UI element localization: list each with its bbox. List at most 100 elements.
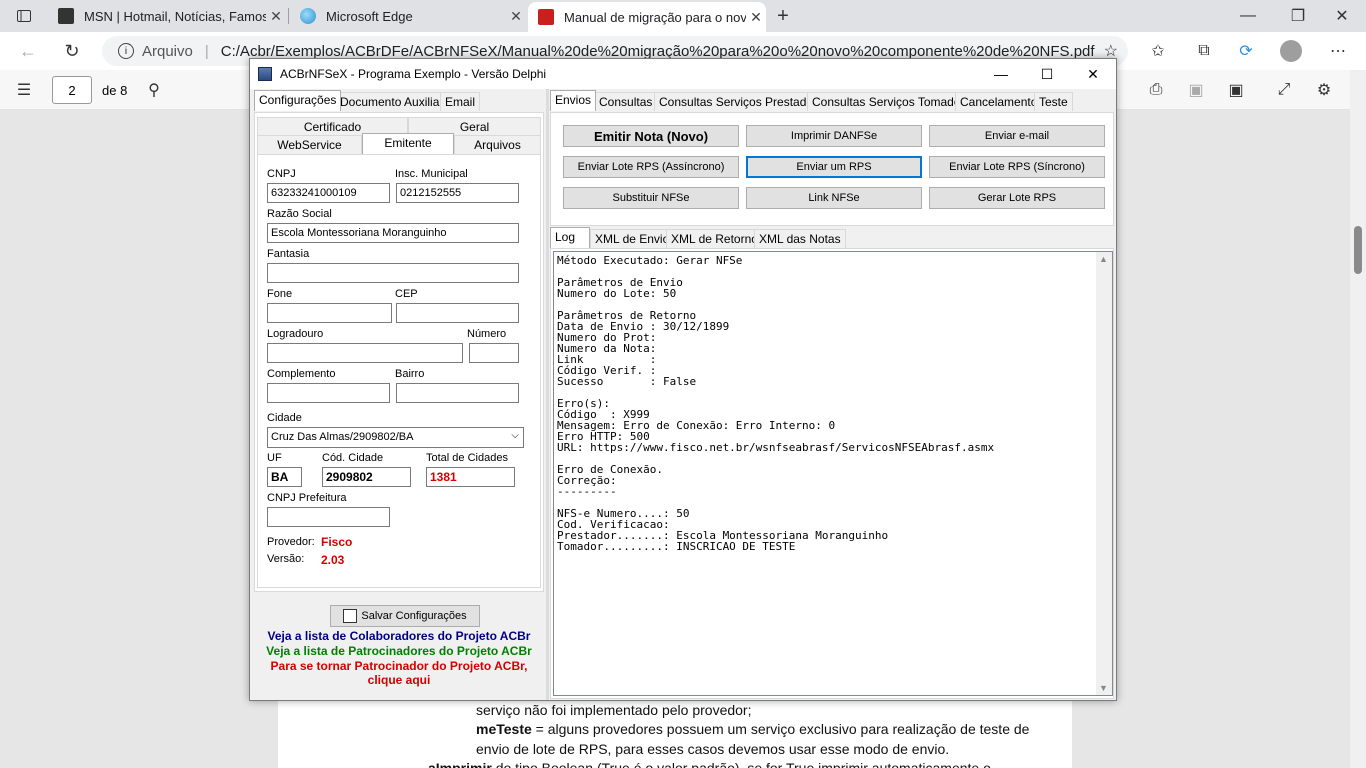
save-icon[interactable]: ▣ <box>1184 78 1208 102</box>
new-tab-icon[interactable]: + <box>770 4 796 28</box>
tab-consultas-tomados[interactable]: Consultas Serviços Tomados <box>807 92 972 111</box>
close-icon[interactable]: ✕ <box>746 9 766 26</box>
tab-cancelamento[interactable]: Cancelamento <box>955 92 1043 111</box>
tab-msn[interactable]: MSN | Hotmail, Notícias, Famosos, Esport… <box>48 0 286 32</box>
favorites-icon[interactable]: ✩ <box>1144 36 1172 66</box>
enviar-rps-button[interactable]: Enviar um RPS <box>746 156 922 178</box>
imprimir-danfse-button[interactable]: Imprimir DANFSe <box>746 125 922 147</box>
close-icon[interactable]: ✕ <box>1322 4 1362 28</box>
tab-actions-icon[interactable] <box>8 6 40 26</box>
restore-icon[interactable]: ❐ <box>1278 4 1318 28</box>
gerar-lote-button[interactable]: Gerar Lote RPS <box>929 187 1105 209</box>
enviar-email-button[interactable]: Enviar e-mail <box>929 125 1105 147</box>
tab-title: MSN | Hotmail, Notícias, Famosos, Esport… <box>84 8 266 24</box>
tab-title: Microsoft Edge <box>326 8 413 24</box>
provedor-value: Fisco <box>321 535 353 549</box>
subtab-emitente[interactable]: Emitente <box>362 133 454 154</box>
close-icon[interactable]: ✕ <box>1070 59 1116 89</box>
settings-gear-icon[interactable]: ⚙ <box>1312 78 1336 102</box>
tab-log[interactable]: Log <box>550 227 590 248</box>
fullscreen-icon[interactable]: ⤢ <box>1272 78 1296 102</box>
refresh-icon[interactable]: ↻ <box>56 36 88 66</box>
collections-icon[interactable]: ⧉ <box>1190 36 1218 66</box>
cidade-select[interactable]: Cruz Das Almas/2909802/BA ⌵ <box>267 427 524 448</box>
scroll-down-icon[interactable]: ▼ <box>1099 683 1108 693</box>
browser-tabstrip: MSN | Hotmail, Notícias, Famosos, Esport… <box>0 0 1366 32</box>
emitir-nota-button[interactable]: Emitir Nota (Novo) <box>563 125 739 147</box>
scroll-up-icon[interactable]: ▲ <box>1099 254 1108 264</box>
fone-field[interactable] <box>267 303 392 323</box>
tab-pdf[interactable]: Manual de migração para o novo component… <box>528 2 766 32</box>
avatar[interactable] <box>1280 40 1302 62</box>
logradouro-label: Logradouro <box>267 328 324 340</box>
pdf-scrollbar[interactable] <box>1350 70 1366 768</box>
search-icon[interactable]: ⚲ <box>142 78 166 102</box>
print-icon[interactable]: ⎙ <box>1144 78 1168 102</box>
doc-term: meTeste <box>476 721 532 737</box>
contents-icon[interactable]: ☰ <box>12 78 36 102</box>
complemento-field[interactable] <box>267 383 390 403</box>
tab-envios[interactable]: Envios <box>550 90 597 111</box>
link-patrocinador-1[interactable]: Para se tornar Patrocinador do Projeto A… <box>250 659 548 673</box>
more-icon[interactable]: ⋯ <box>1324 36 1352 66</box>
memo-scrollbar[interactable]: ▲ ▼ <box>1096 252 1112 695</box>
cnpjpref-field[interactable] <box>267 507 390 527</box>
fantasia-field[interactable] <box>267 263 519 283</box>
tab-xml-notas[interactable]: XML das Notas <box>754 229 846 248</box>
tab-xml-envio[interactable]: XML de Envio <box>590 229 675 248</box>
tab-consultas[interactable]: Consultas <box>594 92 658 111</box>
link-patrocinadores[interactable]: Veja a lista de Patrocinadores do Projet… <box>250 644 548 658</box>
splitter[interactable] <box>546 89 549 700</box>
site-label: Arquivo <box>142 42 193 60</box>
complemento-label: Complemento <box>267 368 336 380</box>
cnpj-field[interactable]: 63233241000109 <box>267 183 390 203</box>
close-icon[interactable]: ✕ <box>266 8 286 25</box>
uf-field[interactable]: BA <box>267 467 302 487</box>
log-panel: Método Executado: Gerar NFSe Parâmetros … <box>550 248 1114 699</box>
tab-xml-retorno[interactable]: XML de Retorno <box>666 229 763 248</box>
cnpjpref-label: CNPJ Prefeitura <box>267 492 347 504</box>
cep-field[interactable] <box>396 303 519 323</box>
im-label: Insc. Municipal <box>395 168 468 180</box>
link-nfse-button[interactable]: Link NFSe <box>746 187 922 209</box>
save-config-button[interactable]: Salvar Configurações <box>330 605 480 627</box>
back-icon[interactable]: ← <box>12 36 44 66</box>
config-panel: Certificado Geral WebService Emitente Ar… <box>254 112 544 592</box>
enviar-lote-assinc-button[interactable]: Enviar Lote RPS (Assíncrono) <box>563 156 739 178</box>
tab-configuracoes[interactable]: Configurações <box>254 90 342 111</box>
tab-teste[interactable]: Teste <box>1034 92 1073 111</box>
logradouro-field[interactable] <box>267 343 463 363</box>
im-field[interactable]: 0212152555 <box>396 183 519 203</box>
link-patrocinador-2[interactable]: clique aqui <box>250 673 548 687</box>
totalcidades-field[interactable]: 1381 <box>426 467 515 487</box>
link-colaboradores[interactable]: Veja a lista de Colaboradores do Projeto… <box>250 629 548 643</box>
minimize-icon[interactable]: — <box>1228 4 1268 28</box>
cidade-value: Cruz Das Almas/2909802/BA <box>271 431 414 443</box>
codcidade-field[interactable]: 2909802 <box>322 467 411 487</box>
window-title: ACBrNFSeX - Programa Exemplo - Versão De… <box>280 67 547 81</box>
numero-field[interactable] <box>469 343 519 363</box>
substituir-nfse-button[interactable]: Substituir NFSe <box>563 187 739 209</box>
razao-field[interactable]: Escola Montessoriana Moranguinho <box>267 223 519 243</box>
tab-documento-auxiliar[interactable]: Documento Auxiliar <box>335 92 449 111</box>
fantasia-label: Fantasia <box>267 248 310 260</box>
scrollbar-thumb[interactable] <box>1354 226 1362 274</box>
info-icon[interactable]: i <box>118 43 134 59</box>
maximize-icon[interactable]: ☐ <box>1024 59 1070 89</box>
tab-email[interactable]: Email <box>440 92 481 111</box>
cep-label: CEP <box>395 288 418 300</box>
cidade-label: Cidade <box>267 412 302 424</box>
enviar-lote-sinc-button[interactable]: Enviar Lote RPS (Síncrono) <box>929 156 1105 178</box>
save-as-icon[interactable]: ▣ <box>1224 78 1248 102</box>
subtab-arquivos[interactable]: Arquivos <box>454 135 541 154</box>
close-icon[interactable]: ✕ <box>506 8 526 25</box>
pdf-icon <box>538 9 554 25</box>
bairro-field[interactable] <box>396 383 519 403</box>
log-memo[interactable]: Método Executado: Gerar NFSe Parâmetros … <box>553 251 1113 696</box>
subtab-webservice[interactable]: WebService <box>257 135 362 154</box>
tab-edge[interactable]: Microsoft Edge ✕ <box>290 0 526 32</box>
minimize-icon[interactable]: — <box>978 59 1024 89</box>
tab-consultas-prestados[interactable]: Consultas Serviços Prestados <box>654 92 825 111</box>
edge-ext-icon[interactable]: ⟳ <box>1232 36 1260 66</box>
page-number-input[interactable]: 2 <box>52 76 92 104</box>
